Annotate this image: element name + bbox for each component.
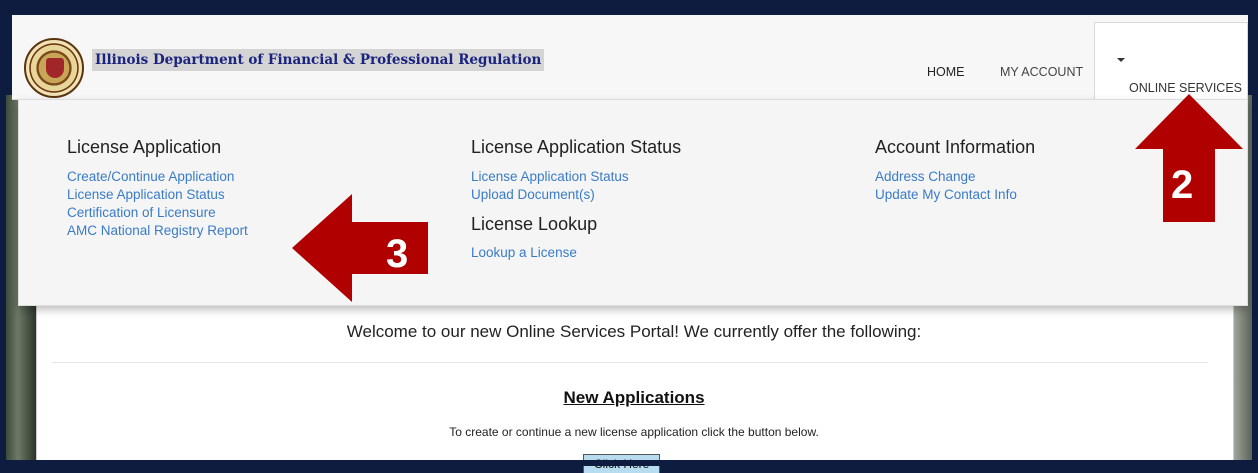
screenshot-frame: [0, 0, 1258, 466]
